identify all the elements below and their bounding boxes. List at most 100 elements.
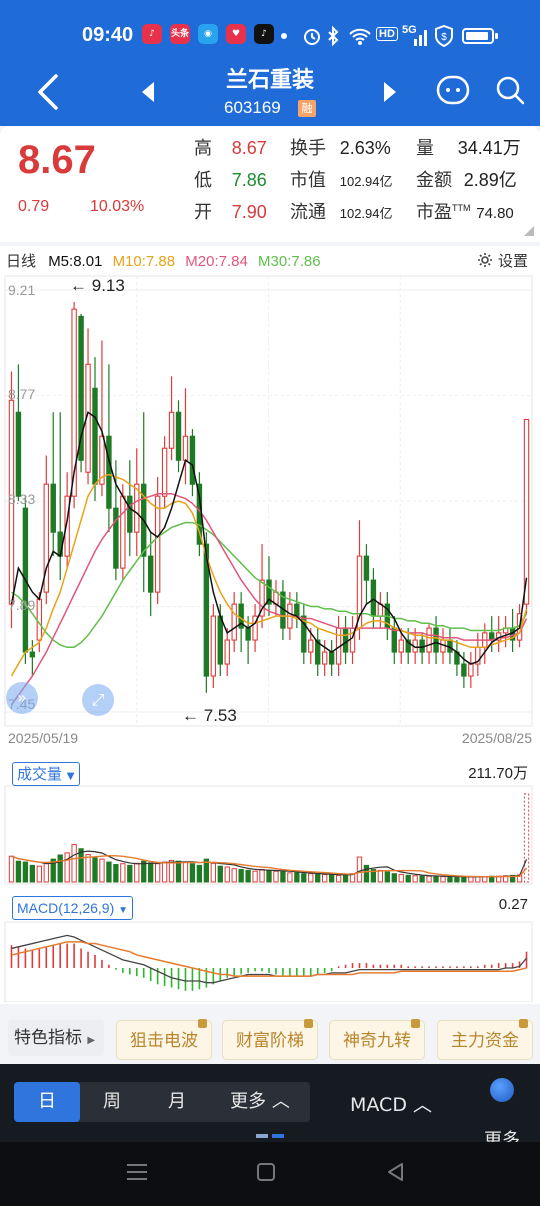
tag-magic-nine[interactable]: 神奇九转: [329, 1019, 425, 1060]
volume-row: 量 34.41万: [416, 134, 521, 160]
home-icon[interactable]: [256, 1162, 276, 1182]
candle-body: [50, 483, 56, 533]
float-row: 流通 102.94亿: [290, 198, 393, 224]
high-value: 8.67: [231, 138, 267, 158]
candle-body: [370, 579, 377, 617]
message-icon[interactable]: [436, 75, 470, 105]
volume-bar: [280, 871, 286, 883]
battery-icon: [462, 28, 494, 44]
high-label: 高: [194, 138, 212, 159]
volume-bar: [419, 875, 425, 883]
amount-label: 金额: [416, 170, 452, 191]
volume-bar: [78, 848, 84, 883]
next-stock-icon[interactable]: [382, 81, 398, 103]
volume-bar: [301, 873, 307, 883]
back-nav-icon[interactable]: [386, 1162, 406, 1182]
candle-body: [328, 651, 335, 665]
volume-bar: [8, 855, 15, 883]
svg-text:$: $: [441, 32, 447, 43]
volume-bar: [29, 864, 36, 883]
candle-body: [210, 615, 217, 677]
volume-bar: [468, 876, 474, 883]
candle-body: [147, 555, 154, 593]
candle-body: [398, 639, 404, 653]
volume-bar: [433, 875, 439, 883]
volume-bar: [405, 874, 411, 883]
more-icon[interactable]: [490, 1078, 514, 1102]
volume-bar: [238, 869, 244, 883]
page-indicator: [256, 1134, 284, 1138]
signal-icon: [414, 30, 427, 46]
candle-body: [168, 411, 175, 449]
menu-icon[interactable]: [126, 1162, 148, 1182]
volume-bar: [71, 844, 77, 883]
volume-bar: [287, 872, 293, 883]
volume-bar: [36, 865, 42, 883]
volume-bar: [99, 858, 105, 883]
volume-bar: [57, 854, 63, 883]
macd-select[interactable]: MACD ︿: [350, 1090, 432, 1117]
tab-day[interactable]: 日: [14, 1082, 80, 1122]
expand-left-icon[interactable]: »: [6, 682, 38, 714]
current-price: 8.67: [18, 138, 96, 182]
volume-bar: [161, 861, 168, 883]
volume-bar: [231, 868, 237, 883]
lock-icon: [198, 1019, 207, 1028]
dot-icon: [281, 33, 287, 39]
candle-body: [15, 411, 22, 497]
volume-bar: [189, 863, 196, 883]
volume-bar: [127, 864, 133, 883]
search-icon[interactable]: [494, 74, 526, 106]
candle-body: [523, 418, 530, 605]
chevron-up-icon: ︿: [271, 1091, 290, 1112]
chevron-down-icon: ▼: [66, 771, 75, 782]
volume-indicator-select[interactable]: 成交量 ▼: [12, 762, 80, 786]
feature-indicator-label[interactable]: 特色指标 ▶: [8, 1020, 104, 1056]
candle-body: [231, 603, 237, 641]
expand-corner-icon[interactable]: [524, 226, 534, 236]
triangle-right-icon: ▶: [87, 1035, 96, 1046]
tag-wealth-ladder[interactable]: 财富阶梯: [222, 1019, 318, 1060]
music-app-icon: ♪: [142, 24, 162, 44]
notification-icons: ♪ 头条 ◉ ♥ ♪: [142, 24, 274, 44]
turnover-value: 2.63%: [339, 138, 391, 158]
volume-bar: [322, 874, 328, 883]
kline-chart-svg[interactable]: [0, 246, 540, 1002]
macd-indicator-select[interactable]: MACD(12,26,9) ▼: [12, 896, 134, 920]
volume-bar: [210, 862, 216, 883]
candle-body: [363, 555, 370, 581]
feature-indicator-text: 特色指标: [14, 1028, 82, 1048]
candle-body: [161, 447, 168, 497]
volume-bar: [141, 860, 147, 883]
volume-title: 成交量: [17, 765, 63, 783]
candle-body: [426, 627, 432, 653]
chevron-up-icon: ︿: [413, 1094, 433, 1116]
mktcap-row: 市值 102.94亿: [290, 166, 393, 192]
volume-bar: [440, 876, 446, 883]
volume-bar: [412, 875, 418, 883]
feature-indicator-row: 特色指标 ▶ 狙击电波 财富阶梯 神奇九转 主力资金: [0, 1004, 540, 1064]
chart-panel: 日线 M5:8.01 M10:7.88 M20:7.84 M30:7.86 设置…: [0, 246, 540, 1004]
tag-sniper-wave[interactable]: 狙击电波: [116, 1019, 212, 1060]
heart-app-icon: ♥: [226, 24, 246, 44]
volume-bar: [224, 866, 230, 883]
tab-more[interactable]: 更多 ︿: [210, 1082, 310, 1122]
period-tab-bar: 日 周 月 更多 ︿ MACD ︿ 更多: [0, 1064, 540, 1151]
tab-week[interactable]: 周: [80, 1082, 144, 1122]
high-row: 高 8.67: [194, 134, 267, 160]
blue-app-icon: ◉: [198, 24, 218, 44]
volume-bar: [356, 856, 363, 883]
candle-body: [224, 639, 230, 665]
mktcap-value: 102.94亿: [339, 174, 393, 189]
min-price-value: 7.53: [203, 706, 237, 725]
candle-body: [36, 598, 43, 641]
tab-month[interactable]: 月: [144, 1082, 210, 1122]
macd-title: MACD(12,26,9): [17, 900, 115, 916]
open-label: 开: [194, 202, 212, 223]
turnover-row: 换手 2.63%: [290, 134, 391, 160]
tag-main-capital[interactable]: 主力资金: [437, 1019, 533, 1060]
volume-bar: [43, 862, 49, 883]
price-change: 0.79: [18, 198, 50, 215]
macd-frame: [4, 921, 533, 1002]
fullscreen-icon[interactable]: ⤢: [82, 684, 114, 716]
